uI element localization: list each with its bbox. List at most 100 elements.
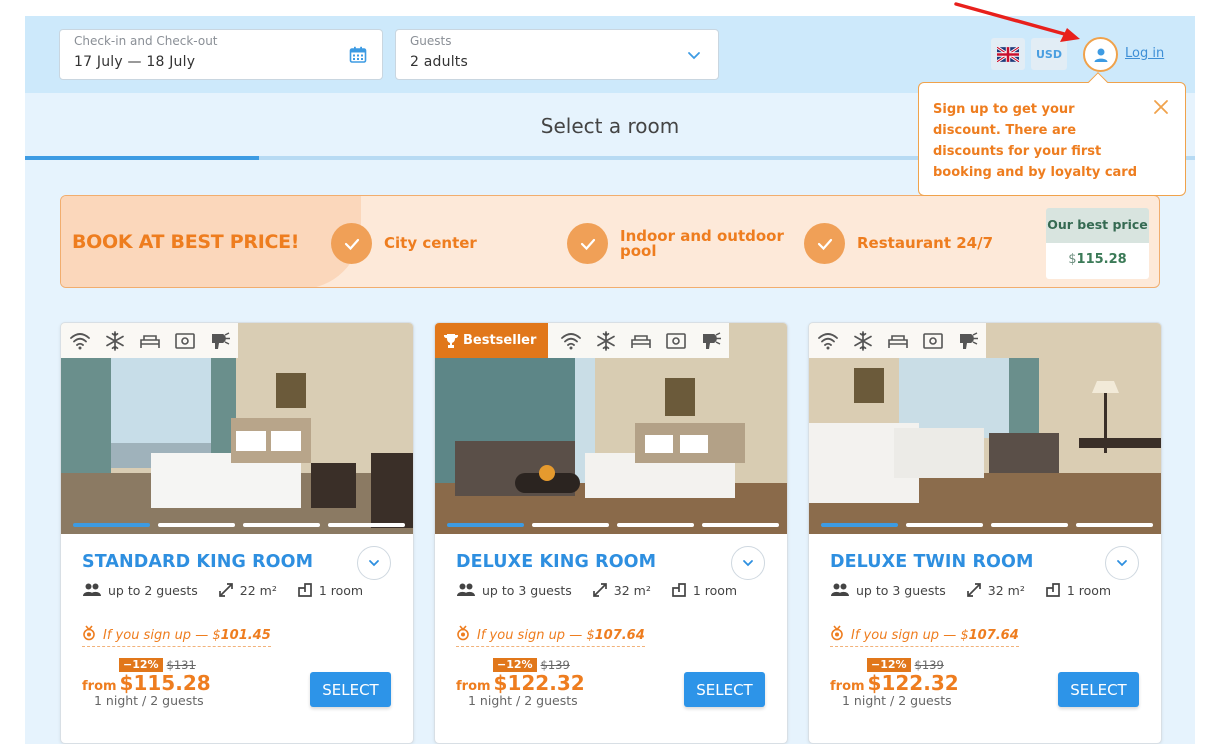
chevron-down-icon	[743, 560, 753, 567]
hairdryer-icon	[207, 330, 232, 352]
room-guests: up to 2 guests	[108, 582, 198, 598]
old-price: $139	[540, 658, 570, 672]
best-price-currency: $	[1068, 252, 1077, 267]
carousel-dot[interactable]	[821, 523, 898, 527]
carousel-dot[interactable]	[158, 523, 235, 527]
safe-icon	[172, 330, 197, 352]
hairdryer-icon	[955, 330, 980, 352]
bestseller-badge: Bestseller	[435, 323, 549, 358]
signup-offer[interactable]: If you sign up — $107.64	[456, 625, 645, 647]
price-currency: $	[867, 671, 882, 695]
guests-icon	[82, 582, 102, 598]
wifi-icon	[815, 330, 840, 352]
carousel-dot[interactable]	[702, 523, 779, 527]
carousel-dot[interactable]	[1076, 523, 1153, 527]
carousel-dot[interactable]	[73, 523, 150, 527]
price-amount: 115.28	[133, 671, 211, 695]
discount-row: −12% $139	[493, 658, 570, 672]
room-name[interactable]: DELUXE KING ROOM	[456, 552, 656, 572]
signup-prefix: If you sign up — $	[103, 627, 221, 643]
select-room-button[interactable]: SELECT	[310, 672, 391, 707]
photo-carousel-dots[interactable]	[821, 523, 1153, 527]
login-link[interactable]: Log in	[1125, 46, 1164, 61]
room-photo[interactable]: Bestseller	[435, 323, 787, 534]
rooms-icon	[1045, 582, 1061, 598]
bed-icon	[885, 330, 910, 352]
select-room-button[interactable]: SELECT	[684, 672, 765, 707]
room-area: 22 m²	[239, 582, 277, 598]
price-amount: 122.32	[507, 671, 585, 695]
room-card: DELUXE TWIN ROOM up to 3 guests 32 m² 1 …	[808, 322, 1162, 744]
amenities-bar	[61, 323, 238, 358]
signup-price: 107.64	[594, 627, 645, 643]
chevron-down-icon[interactable]	[684, 45, 704, 65]
amenities-bar	[809, 323, 986, 358]
feature-city-center: City center	[331, 223, 554, 264]
best-price-box: Our best price $115.28	[1046, 208, 1149, 279]
signup-popup: Sign up to get your discount. There are …	[918, 72, 1186, 196]
bed-icon	[137, 330, 162, 352]
guests-label: Guests	[410, 34, 452, 48]
discount-badge: −12%	[867, 658, 911, 672]
best-price-value: 115.28	[1076, 252, 1127, 267]
medal-icon	[830, 625, 844, 645]
signup-offer[interactable]: If you sign up — $107.64	[830, 625, 1019, 647]
room-name[interactable]: DELUXE TWIN ROOM	[830, 552, 1034, 572]
signup-prefix: If you sign up — $	[851, 627, 969, 643]
room-count: 1 room	[692, 582, 738, 598]
snowflake-icon	[850, 330, 875, 352]
guests-icon	[456, 582, 476, 598]
photo-carousel-dots[interactable]	[447, 523, 779, 527]
medal-icon	[82, 625, 96, 645]
room-photo[interactable]	[61, 323, 413, 534]
price-amount: 122.32	[881, 671, 959, 695]
price-currency: $	[119, 671, 134, 695]
signup-price: 107.64	[968, 627, 1019, 643]
expand-details-button[interactable]	[1105, 546, 1139, 580]
price-from: from	[82, 679, 117, 694]
carousel-dot[interactable]	[532, 523, 609, 527]
signup-offer[interactable]: If you sign up — $101.45	[82, 625, 271, 647]
trophy-icon	[443, 333, 459, 348]
bed-icon	[628, 330, 653, 352]
room-photo[interactable]	[809, 323, 1161, 534]
carousel-dot[interactable]	[991, 523, 1068, 527]
carousel-dot[interactable]	[617, 523, 694, 527]
carousel-dot[interactable]	[328, 523, 405, 527]
dates-field[interactable]: Check-in and Check-out 17 July — 18 July	[59, 29, 383, 80]
signup-prefix: If you sign up — $	[477, 627, 595, 643]
photo-carousel-dots[interactable]	[73, 523, 405, 527]
guests-icon	[830, 582, 850, 598]
carousel-dot[interactable]	[906, 523, 983, 527]
carousel-dot[interactable]	[243, 523, 320, 527]
room-name[interactable]: STANDARD KING ROOM	[82, 552, 313, 572]
expand-details-button[interactable]	[731, 546, 765, 580]
annotation-arrow	[954, 2, 1080, 42]
feature-label: City center	[384, 234, 477, 252]
room-area: 32 m²	[613, 582, 651, 598]
close-icon[interactable]	[1153, 99, 1169, 115]
price-from: from	[456, 679, 491, 694]
amenities-bar: Bestseller	[435, 323, 730, 358]
price-currency: $	[493, 671, 508, 695]
feature-label: Indoor and outdoor pool	[620, 226, 784, 260]
expand-details-button[interactable]	[357, 546, 391, 580]
best-price-banner: BOOK AT BEST PRICE! City center Indoor a…	[60, 195, 1160, 288]
carousel-dot[interactable]	[447, 523, 524, 527]
checkmark-icon	[567, 223, 608, 264]
area-icon	[966, 582, 982, 598]
feature-label: Restaurant 24/7	[857, 234, 994, 252]
signup-price: 101.45	[220, 627, 271, 643]
guests-value: 2 adults	[410, 54, 468, 70]
room-price: from $122.32	[830, 671, 959, 695]
medal-icon	[456, 625, 470, 645]
guests-field[interactable]: Guests 2 adults	[395, 29, 719, 80]
feature-restaurant: Restaurant 24/7	[804, 223, 1027, 264]
calendar-icon[interactable]	[348, 45, 368, 65]
checkmark-icon	[331, 223, 372, 264]
best-price-value-wrap: $115.28	[1046, 243, 1149, 279]
select-room-button[interactable]: SELECT	[1058, 672, 1139, 707]
hairdryer-icon	[698, 330, 723, 352]
room-area: 32 m²	[987, 582, 1025, 598]
feature-pool: Indoor and outdoor pool	[567, 223, 790, 264]
